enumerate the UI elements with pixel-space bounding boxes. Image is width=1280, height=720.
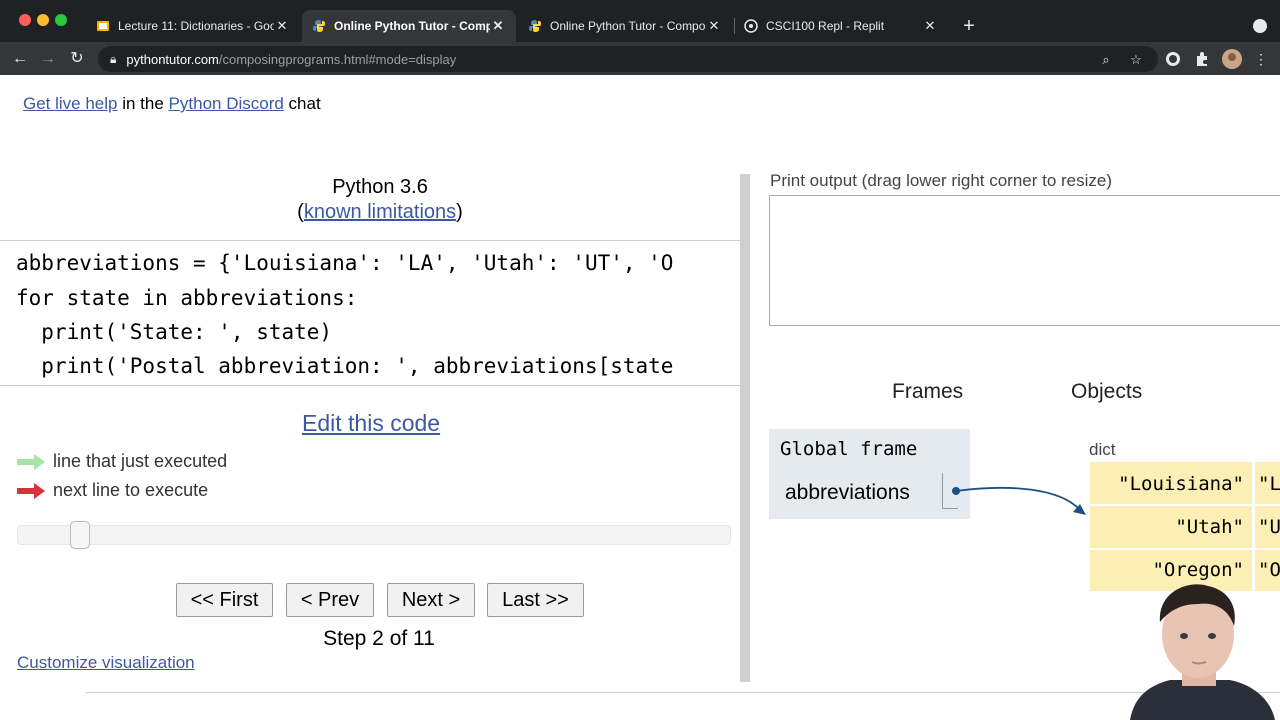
close-tab-icon[interactable]: ✕: [490, 18, 506, 34]
profile-avatar[interactable]: [1222, 49, 1242, 69]
known-limitations-link[interactable]: known limitations: [304, 201, 456, 223]
lock-icon: 🔒︎: [110, 51, 117, 66]
browser-tab-2-active[interactable]: Online Python Tutor - Compos ✕: [302, 10, 516, 42]
footer-divider: [86, 692, 1280, 693]
python-discord-link[interactable]: Python Discord: [169, 94, 284, 113]
zoom-icon[interactable]: ⌕: [1098, 52, 1114, 68]
help-text: in the: [117, 94, 169, 113]
get-live-help-link[interactable]: Get live help: [23, 94, 118, 113]
code-line-3: print('State: ', state): [16, 320, 333, 344]
close-tab-icon[interactable]: ✕: [922, 18, 938, 34]
code-display: abbreviations = {'Louisiana': 'LA', 'Uta…: [0, 240, 740, 386]
print-output-box[interactable]: [769, 195, 1280, 326]
execution-slider[interactable]: [17, 525, 731, 545]
tab-search-icon[interactable]: [1253, 19, 1267, 33]
code-line-4: print('Postal abbreviation: ', abbreviat…: [16, 354, 674, 378]
help-line: Get live help in the Python Discord chat: [23, 94, 321, 114]
dict-row-separator: [1090, 504, 1280, 506]
address-bar[interactable]: 🔒︎ pythontutor.com/composingprograms.htm…: [98, 46, 1158, 72]
last-button[interactable]: Last >>: [487, 583, 584, 617]
red-arrow-icon: [17, 482, 45, 499]
step-counter: Step 2 of 11: [323, 627, 435, 650]
browser-toolbar: ← → ↻ 🔒︎ pythontutor.com/composingprogra…: [0, 42, 1280, 75]
browser-tab-3[interactable]: Online Python Tutor - Compos ✕: [518, 10, 732, 42]
slider-handle[interactable]: [70, 521, 90, 549]
help-text-end: chat: [283, 94, 321, 113]
dict-key: "Louisiana": [1118, 473, 1244, 495]
python-icon: [528, 19, 542, 33]
new-tab-button[interactable]: +: [959, 16, 979, 36]
reload-icon[interactable]: ↻: [66, 48, 88, 70]
objects-header: Objects: [1071, 380, 1143, 403]
dict-type-label: dict: [1089, 440, 1116, 459]
browser-tab-strip: Lecture 11: Dictionaries - Goog ✕ Online…: [0, 0, 1280, 42]
pointer-arrow: [952, 487, 1086, 515]
tab-title: Online Python Tutor - Compos: [334, 19, 490, 33]
dict-key: "Utah": [1175, 516, 1244, 538]
legend-just-executed-label: line that just executed: [53, 451, 228, 471]
python-version: Python 3.6: [332, 176, 428, 198]
maximize-window-button[interactable]: [55, 14, 67, 26]
minimize-window-button[interactable]: [37, 14, 49, 26]
close-tab-icon[interactable]: ✕: [706, 18, 722, 34]
dict-value: "L: [1258, 473, 1280, 495]
browser-tab-4[interactable]: CSCI100 Repl - Replit ✕: [734, 10, 948, 42]
legend-next-line-label: next line to execute: [53, 480, 209, 500]
close-tab-icon[interactable]: ✕: [274, 18, 290, 34]
frames-header: Frames: [892, 380, 964, 403]
dict-row-separator: [1090, 548, 1280, 550]
code-line-1: abbreviations = {'Louisiana': 'LA', 'Uta…: [16, 251, 674, 275]
python-version-header: Python 3.6 (known limitations): [280, 175, 480, 225]
legend-just-executed: line that just executed: [17, 451, 227, 472]
first-button[interactable]: << First: [176, 583, 273, 617]
back-arrow-icon[interactable]: ←: [9, 48, 31, 70]
prev-button[interactable]: < Prev: [286, 583, 374, 617]
slides-icon: [96, 19, 110, 33]
url-path: /composingprograms.html#mode=display: [218, 51, 457, 67]
print-output-label: Print output (drag lower right corner to…: [770, 171, 1113, 190]
replit-icon: [744, 19, 758, 33]
extension-icon[interactable]: [1165, 51, 1181, 67]
tab-title: Lecture 11: Dictionaries - Goog: [118, 19, 274, 33]
tab-title: Online Python Tutor - Compos: [550, 19, 706, 33]
tab-title: CSCI100 Repl - Replit: [766, 19, 885, 33]
pane-splitter[interactable]: [740, 174, 750, 682]
close-window-button[interactable]: [19, 14, 31, 26]
python-icon: [312, 19, 326, 33]
customize-visualization-link[interactable]: Customize visualization: [17, 653, 195, 673]
browser-menu-icon[interactable]: ⋮: [1250, 48, 1272, 70]
edit-code-link[interactable]: Edit this code: [302, 410, 440, 437]
presenter-webcam: [1130, 584, 1275, 720]
legend-next-line: next line to execute: [17, 480, 208, 501]
paren-close: ): [456, 201, 463, 223]
bookmark-star-icon[interactable]: ☆: [1128, 52, 1144, 68]
next-button[interactable]: Next >: [387, 583, 475, 617]
dict-value: "U: [1258, 516, 1280, 538]
url-domain: pythontutor.com: [126, 51, 219, 67]
forward-arrow-icon[interactable]: →: [37, 48, 59, 70]
paren-open: (: [297, 201, 304, 223]
green-arrow-icon: [17, 453, 45, 470]
pointer-line: [955, 487, 1081, 511]
code-line-2: for state in abbreviations:: [16, 286, 358, 310]
frame-variable-name: abbreviations: [785, 481, 910, 504]
extensions-puzzle-icon[interactable]: [1194, 51, 1210, 67]
global-frame-title: Global frame: [780, 438, 918, 460]
browser-tab-1[interactable]: Lecture 11: Dictionaries - Goog ✕: [86, 10, 300, 42]
